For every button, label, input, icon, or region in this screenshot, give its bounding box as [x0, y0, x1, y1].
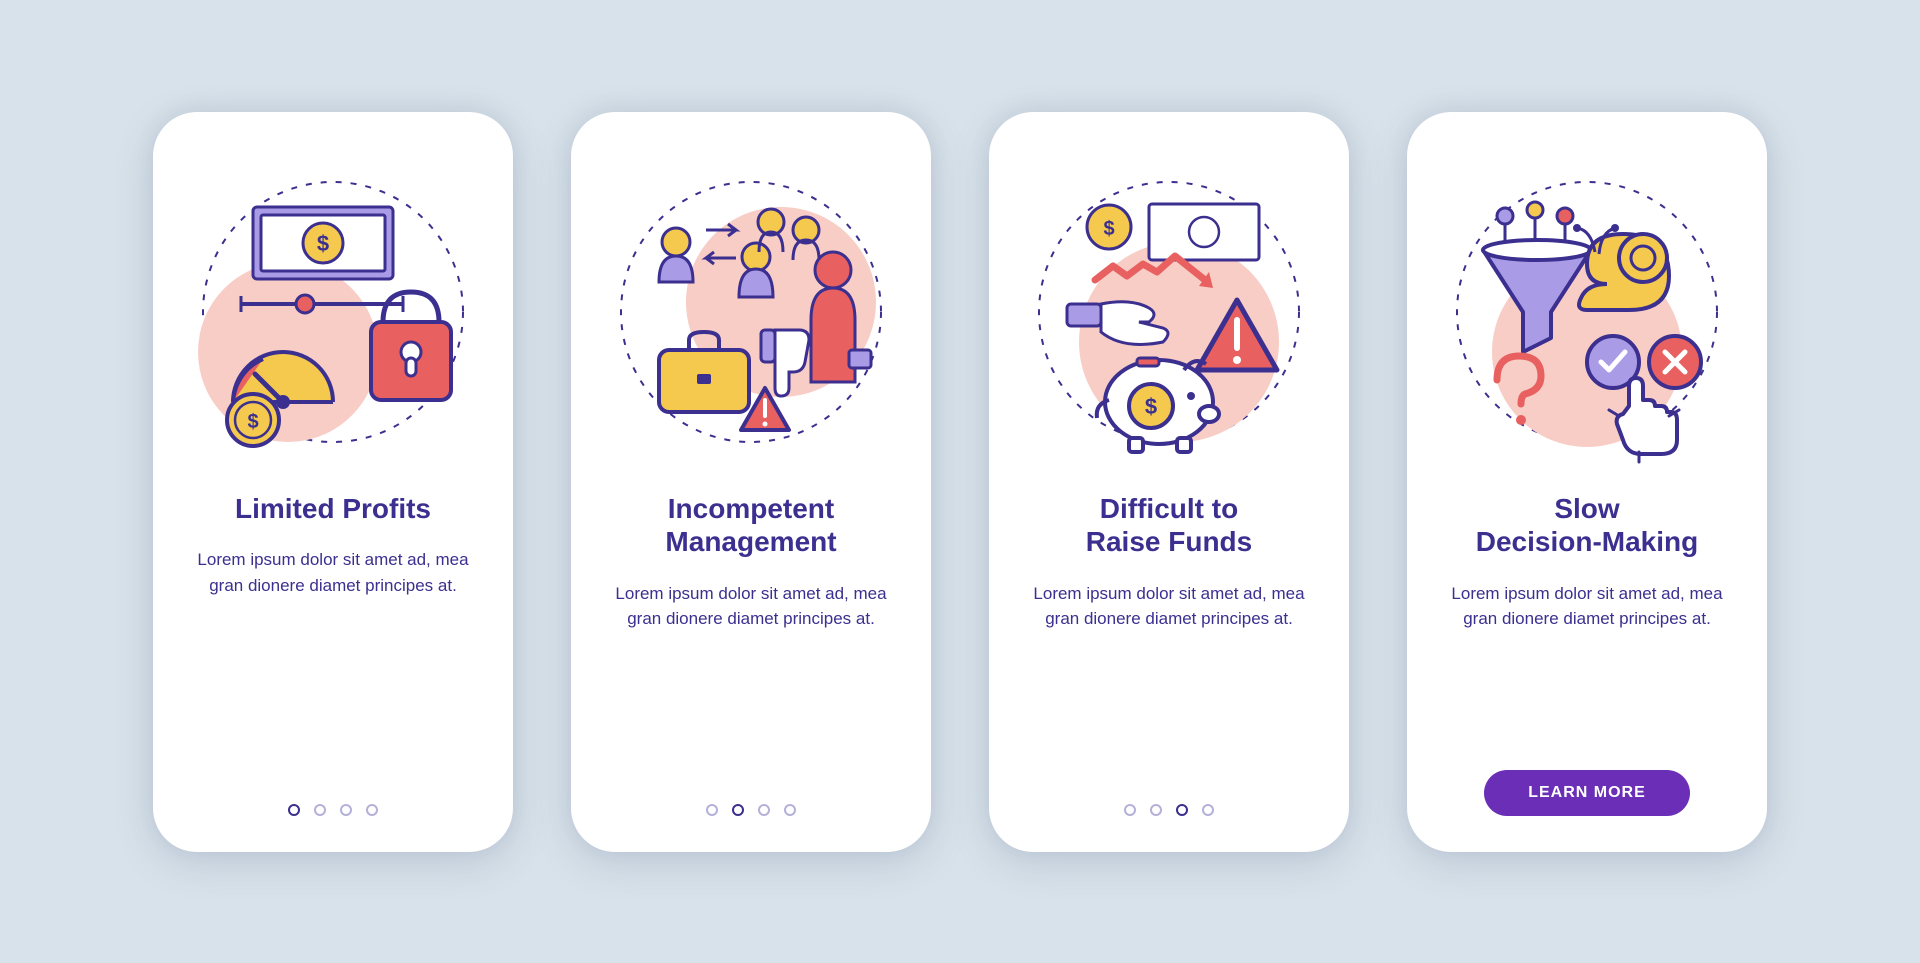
- pagination-dots: [153, 804, 513, 816]
- dot-1[interactable]: [1124, 804, 1136, 816]
- pagination-dots: [571, 804, 931, 816]
- dot-1[interactable]: [288, 804, 300, 816]
- learn-more-button[interactable]: LEARN MORE: [1484, 770, 1690, 816]
- pagination-dots: [989, 804, 1349, 816]
- dot-2[interactable]: [1150, 804, 1162, 816]
- screen-description: Lorem ipsum dolor sit amet ad, mea gran …: [1437, 581, 1737, 632]
- svg-text:$: $: [1145, 394, 1157, 419]
- svg-text:$: $: [317, 231, 329, 256]
- dot-3[interactable]: [1176, 804, 1188, 816]
- phone-screen-limited-profits: $ $ L: [153, 112, 513, 852]
- dot-3[interactable]: [758, 804, 770, 816]
- dot-4[interactable]: [1202, 804, 1214, 816]
- screen-title: Limited Profits: [235, 492, 431, 526]
- management-people-briefcase-icon: [611, 152, 891, 472]
- screen-description: Lorem ipsum dolor sit amet ad, mea gran …: [1019, 581, 1319, 632]
- screen-description: Lorem ipsum dolor sit amet ad, mea gran …: [601, 581, 901, 632]
- bottom-action: LEARN MORE: [1407, 770, 1767, 816]
- phone-screen-raise-funds: $ $: [989, 112, 1349, 852]
- dot-2[interactable]: [314, 804, 326, 816]
- svg-text:$: $: [247, 411, 258, 433]
- screen-description: Lorem ipsum dolor sit amet ad, mea gran …: [183, 547, 483, 598]
- phone-screen-slow-decision: Slow Decision-Making Lorem ipsum dolor s…: [1407, 112, 1767, 852]
- funds-piggybank-warning-icon: $ $: [1029, 152, 1309, 472]
- dot-1[interactable]: [706, 804, 718, 816]
- profits-lock-gauge-icon: $ $: [193, 152, 473, 472]
- dot-4[interactable]: [366, 804, 378, 816]
- dot-4[interactable]: [784, 804, 796, 816]
- dot-2[interactable]: [732, 804, 744, 816]
- snail-funnel-choice-icon: [1447, 152, 1727, 472]
- phone-screen-incompetent-management: Incompetent Management Lorem ipsum dolor…: [571, 112, 931, 852]
- onboarding-screens-row: $ $ L: [113, 72, 1807, 892]
- svg-text:$: $: [1103, 218, 1114, 240]
- screen-title: Difficult to Raise Funds: [1086, 492, 1252, 559]
- screen-title: Incompetent Management: [665, 492, 836, 559]
- screen-title: Slow Decision-Making: [1476, 492, 1698, 559]
- dot-3[interactable]: [340, 804, 352, 816]
